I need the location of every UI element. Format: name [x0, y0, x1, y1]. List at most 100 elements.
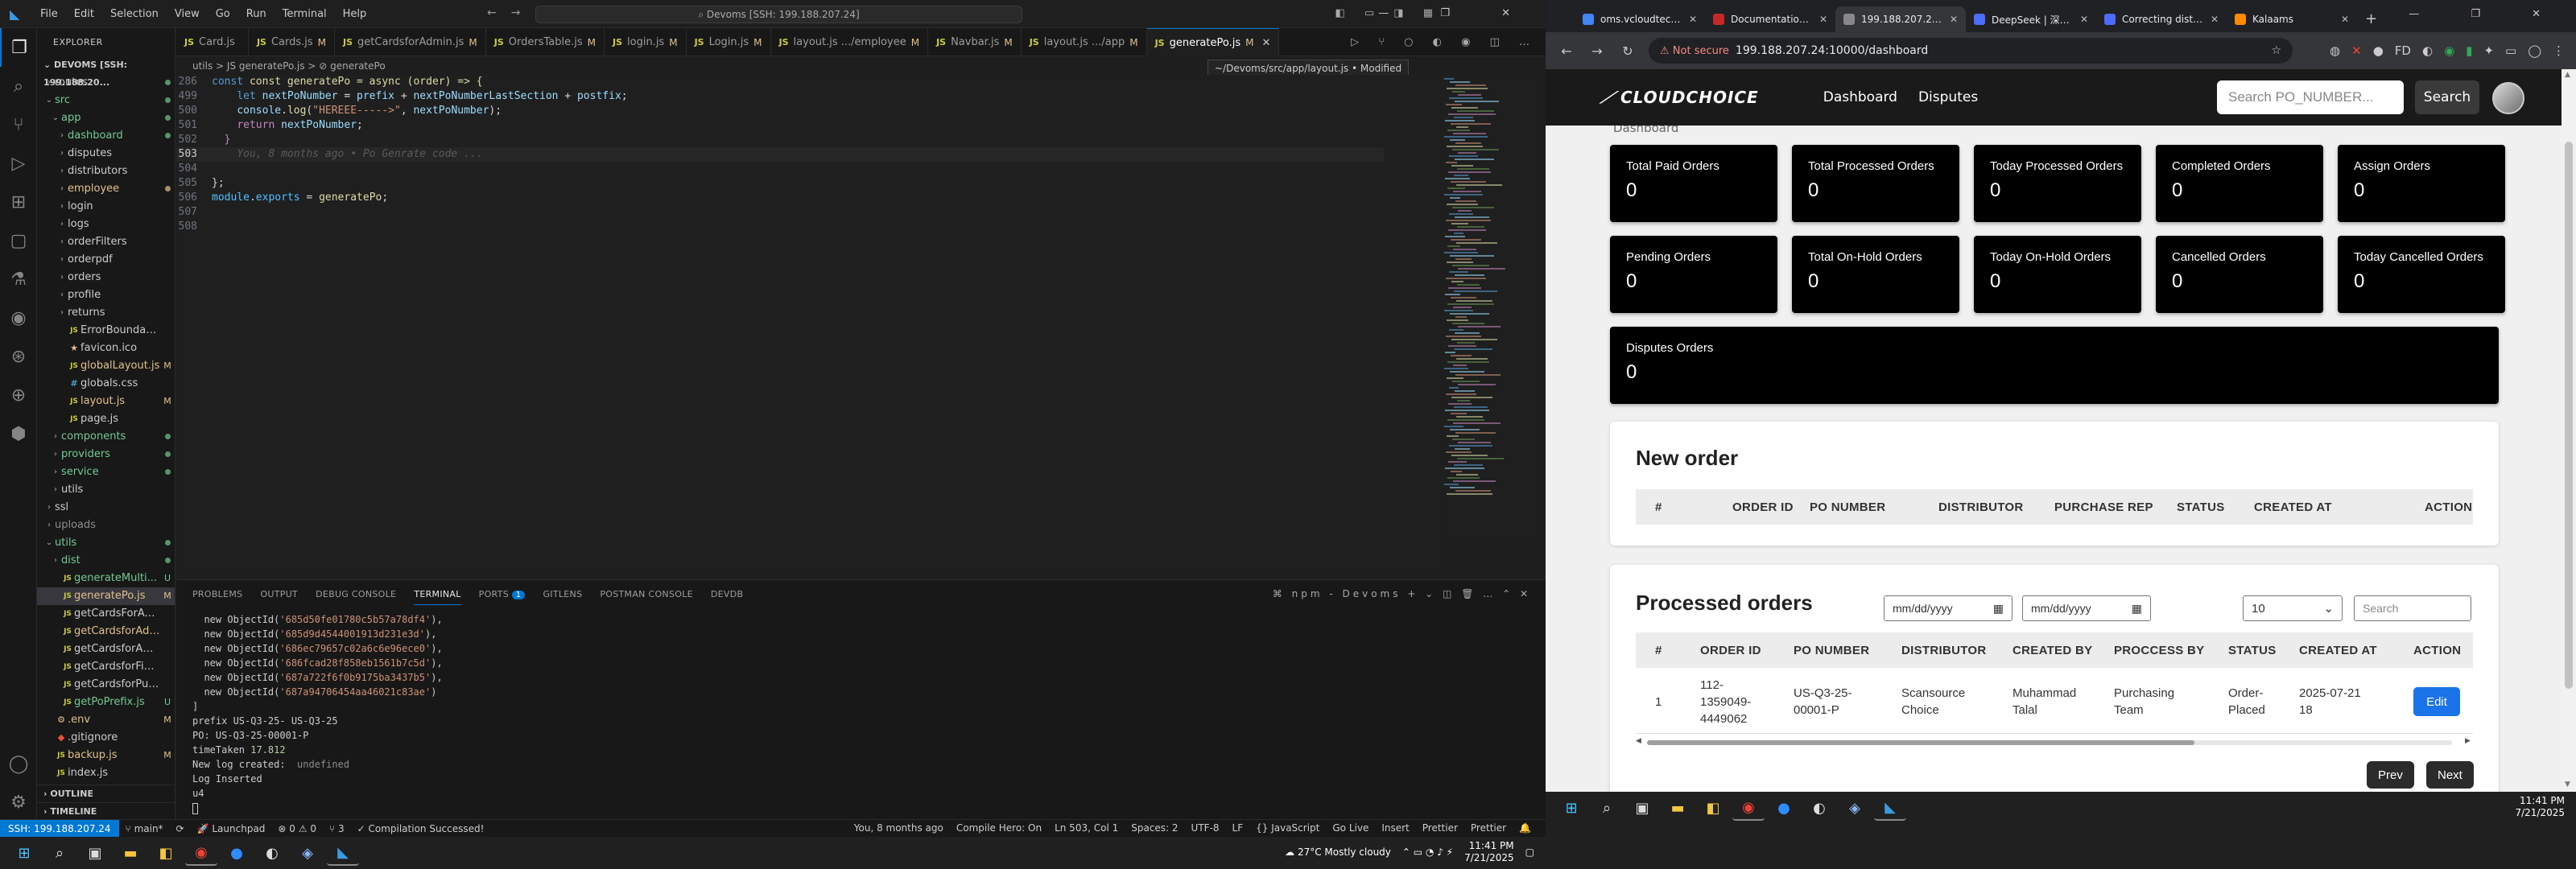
stat-card[interactable]: Today Cancelled Orders 0: [2338, 236, 2505, 313]
store-icon[interactable]: ◧: [150, 840, 182, 866]
notifications-bell-icon[interactable]: 🔔: [1513, 822, 1538, 834]
table-search-input[interactable]: [2354, 595, 2471, 621]
tree-item[interactable]: › orders: [37, 269, 175, 286]
minimap[interactable]: [1441, 75, 1538, 542]
tab-card-js[interactable]: JS Card.js: [176, 28, 249, 56]
page-scroll-thumb[interactable]: [2565, 142, 2573, 689]
tree-item[interactable]: › disputes: [37, 145, 175, 163]
app-icon[interactable]: ◈: [1839, 795, 1871, 821]
close-icon[interactable]: ✕: [2341, 14, 2349, 25]
extensions-icon[interactable]: ⊞: [0, 183, 37, 221]
bookmark-star-icon[interactable]: ☆: [2271, 44, 2281, 57]
stat-card[interactable]: Completed Orders 0: [2156, 145, 2323, 222]
panel-tab-output[interactable]: OUTPUT: [260, 589, 298, 599]
tree-item[interactable]: › providers: [37, 446, 175, 463]
stat-card[interactable]: Today Processed Orders 0: [1974, 145, 2141, 222]
tree-item[interactable]: JS globalLayout.js M: [37, 357, 175, 375]
tab-login-js[interactable]: JS login.js M: [605, 28, 687, 56]
tree-item[interactable]: JS getPoPrefix.js U: [37, 694, 175, 711]
app-icon[interactable]: ◈: [291, 840, 324, 866]
close-icon[interactable]: ✕: [1689, 14, 1697, 25]
terminal-output[interactable]: new ObjectId('685d50fe01780c5b57a78df4')…: [192, 612, 1521, 815]
address-bar[interactable]: ⚠ Not secure 199.188.207.24:10000/dashbo…: [1649, 38, 2293, 64]
tree-item[interactable]: › returns: [37, 304, 175, 322]
vscode-taskbar-icon[interactable]: ◣: [327, 840, 359, 866]
tree-item[interactable]: › distributors: [37, 163, 175, 180]
stat-card[interactable]: Pending Orders 0: [1610, 236, 1777, 313]
tree-item[interactable]: JS generatePo.js M: [37, 587, 175, 605]
tree-item[interactable]: › login: [37, 198, 175, 216]
tree-item[interactable]: › orderFilters: [37, 233, 175, 251]
edit-button[interactable]: Edit: [2413, 687, 2460, 716]
chrome-tab[interactable]: DeepSeek | 深度求... ✕: [1966, 6, 2096, 32]
nav-dashboard[interactable]: Dashboard: [1823, 89, 1897, 105]
outline-section[interactable]: › OUTLINE: [37, 785, 175, 802]
postman-icon[interactable]: ⊛: [0, 337, 37, 376]
tree-item[interactable]: JSgetCardsforAmazon.js: [37, 640, 175, 658]
weather-widget[interactable]: ☁ 27°C Mostly cloudy: [1285, 846, 1391, 858]
task-view-icon[interactable]: ▣: [1626, 795, 1658, 821]
clock-right[interactable]: 11:41 PM 7/21/2025: [2515, 795, 2565, 819]
timeline-section[interactable]: › TIMELINE: [37, 802, 175, 820]
prettier-status[interactable]: Prettier: [1416, 822, 1464, 834]
notification-icon[interactable]: ▢: [1525, 846, 1534, 858]
tray-icons[interactable]: ⌃ ▭ ◔ ♪ ⚡: [1402, 846, 1453, 858]
stat-card[interactable]: Assign Orders 0: [2338, 145, 2505, 222]
extension-icon[interactable]: ◍: [2330, 43, 2340, 58]
stat-card[interactable]: Total Paid Orders 0: [1610, 145, 1777, 222]
github-desktop-icon[interactable]: ◐: [1803, 795, 1835, 821]
extension-icon[interactable]: ◉: [2444, 43, 2454, 58]
new-tab-button[interactable]: +: [2365, 10, 2377, 27]
tree-item[interactable]: › dist: [37, 552, 175, 570]
breadcrumb[interactable]: utils > JS generatePo.js > ⊘ generatePo: [176, 57, 386, 75]
scroll-right-icon[interactable]: ▶: [2465, 737, 2471, 745]
workspace-root[interactable]: ⌄ DEVOMS [SSH: 199.188.20...: [37, 56, 175, 88]
profile-icon[interactable]: ◯: [2528, 43, 2541, 58]
chrome-tab[interactable]: 199.188.207.24:10... ✕: [1835, 6, 1966, 32]
tree-item[interactable]: JSgetCardsforFinance.js: [37, 658, 175, 676]
tree-item[interactable]: JSgetCardsforAd... M: [37, 623, 175, 640]
nav-disputes[interactable]: Disputes: [1918, 89, 1978, 105]
search-button[interactable]: Search: [2415, 80, 2479, 114]
menu-run[interactable]: Run: [238, 8, 275, 20]
tree-item[interactable]: › service: [37, 463, 175, 481]
tab-navbar-js[interactable]: JS Navbar.js M: [928, 28, 1022, 56]
tab-layout-js[interactable]: JS layout.js .../employee M: [771, 28, 929, 56]
chrome-menu-icon[interactable]: ⋮: [2553, 43, 2565, 58]
github-desktop-icon[interactable]: ◐: [256, 840, 288, 866]
extension-icon[interactable]: ◐: [2422, 43, 2433, 58]
tree-item[interactable]: › uploads: [37, 517, 175, 534]
chrome-icon[interactable]: ◉: [1732, 795, 1765, 821]
page-size-select[interactable]: 10 ⌄: [2243, 595, 2343, 621]
chrome-tab[interactable]: Kalaams ✕: [2227, 6, 2357, 32]
tab-getcardsforadmin-js[interactable]: JS getCardsforAdmin.js M: [335, 28, 486, 56]
nav-back-forward-icon[interactable]: ←→: [487, 6, 535, 19]
tree-item[interactable]: ★ favicon.ico: [37, 340, 175, 357]
tree-item[interactable]: ⌄ app: [37, 109, 175, 127]
vscode-taskbar-icon[interactable]: ◣: [1874, 795, 1906, 821]
panel-tab-devdb[interactable]: DEVDB: [711, 589, 743, 599]
cursor-position[interactable]: Ln 503, Col 1: [1048, 822, 1125, 834]
extension-icon[interactable]: ●: [2373, 43, 2384, 58]
date-to-input[interactable]: mm/dd/yyyy ▦: [2022, 595, 2151, 621]
tree-item[interactable]: › components: [37, 428, 175, 446]
sync-icon[interactable]: ⟳: [170, 823, 191, 834]
cloudchoice-logo[interactable]: ⟋ CLOUDCHOICE: [1599, 88, 1759, 107]
back-arrow-icon[interactable]: ←: [1557, 43, 1576, 59]
stat-card[interactable]: Total On-Hold Orders 0: [1792, 236, 1959, 313]
language-mode[interactable]: {} JavaScript: [1249, 822, 1326, 834]
manage-gear-icon[interactable]: ⚙: [0, 783, 37, 822]
scroll-thumb[interactable]: [1647, 740, 2194, 745]
panel-tab-ports[interactable]: PORTS 1: [479, 589, 526, 599]
zoom-icon[interactable]: ●: [1768, 795, 1800, 821]
run-debug-icon[interactable]: ▷: [0, 144, 37, 183]
panel-tab-postman-console[interactable]: POSTMAN CONSOLE: [600, 589, 693, 599]
menu-terminal[interactable]: Terminal: [275, 8, 335, 20]
remote-explorer-icon[interactable]: ▢: [0, 221, 37, 260]
code-editor[interactable]: 286 const const generatePo = async (order…: [176, 75, 1440, 574]
command-center-search[interactable]: ⌕ Devoms [SSH: 199.188.207.24]: [535, 6, 1022, 23]
branch-indicator[interactable]: ⑂ main*: [119, 823, 170, 834]
tree-item[interactable]: › employee: [37, 180, 175, 198]
tree-item[interactable]: › profile: [37, 286, 175, 304]
windows-start-icon[interactable]: ⊞: [8, 840, 40, 866]
